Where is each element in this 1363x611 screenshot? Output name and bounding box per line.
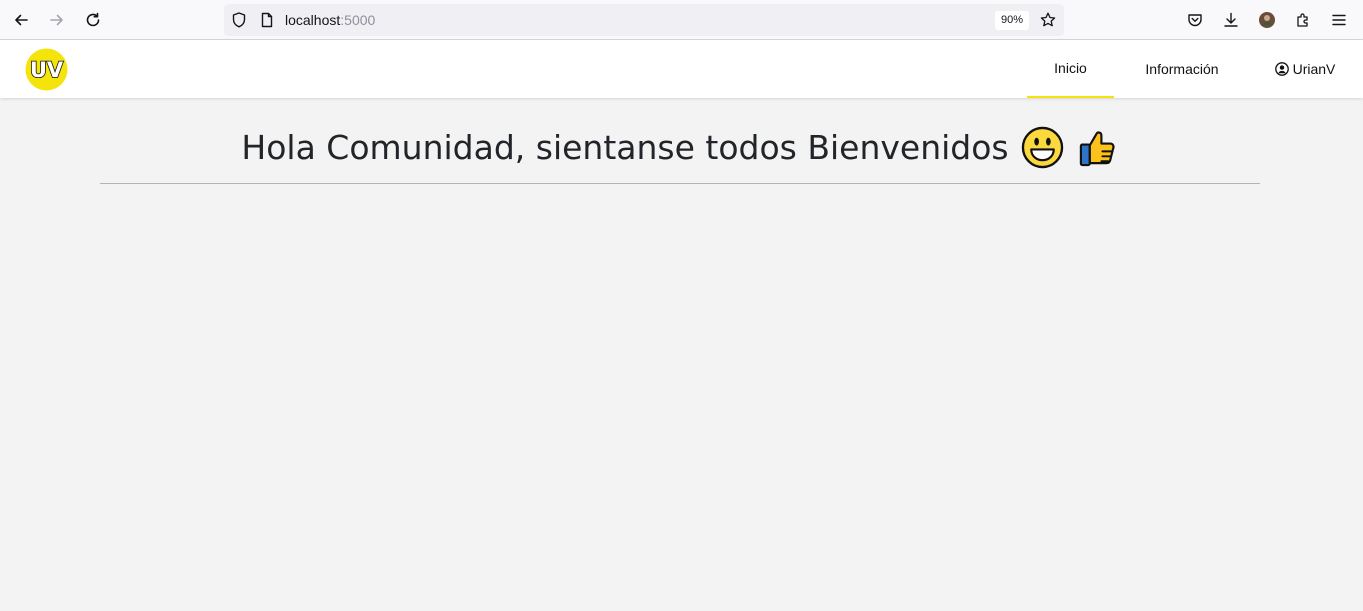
- reload-icon: [86, 12, 100, 27]
- profile-avatar-icon: [1259, 12, 1275, 28]
- nav-link-label: Inicio: [1054, 60, 1087, 76]
- url-host: localhost: [285, 12, 341, 28]
- thumbs-up-icon: [1079, 130, 1115, 166]
- page-title: Hola Comunidad, sientanse todos Bienveni…: [100, 122, 1260, 172]
- download-icon: [1224, 12, 1238, 27]
- title-divider: [100, 183, 1260, 184]
- site-navbar: UV Inicio Información UrianV: [0, 40, 1363, 98]
- page-title-text: Hola Comunidad, sientanse todos Bienveni…: [241, 127, 1009, 167]
- forward-button[interactable]: [43, 6, 71, 34]
- arrow-right-icon: [50, 14, 63, 26]
- url-text[interactable]: localhost:5000: [285, 12, 375, 28]
- url-port: :5000: [340, 12, 376, 28]
- star-icon[interactable]: [1039, 11, 1057, 29]
- hamburger-menu-icon: [1332, 14, 1346, 26]
- uv-logo-icon: UV: [25, 48, 68, 91]
- nav-user-link[interactable]: UrianV: [1262, 40, 1348, 98]
- browser-toolbar: localhost:5000 90%: [0, 0, 1363, 40]
- extensions-button[interactable]: [1289, 6, 1317, 34]
- page-icon: [261, 12, 273, 28]
- puzzle-icon: [1297, 13, 1308, 27]
- downloads-button[interactable]: [1217, 6, 1245, 34]
- grinning-face-icon: [1021, 126, 1063, 168]
- nav-link-inicio[interactable]: Inicio: [1027, 40, 1114, 98]
- account-button[interactable]: [1253, 6, 1281, 34]
- back-button[interactable]: [7, 6, 35, 34]
- nav-link-informacion[interactable]: Información: [1128, 40, 1236, 98]
- reload-button[interactable]: [79, 6, 107, 34]
- pocket-button[interactable]: [1181, 6, 1209, 34]
- pocket-icon: [1188, 14, 1202, 27]
- user-circle-icon: [1274, 62, 1289, 76]
- shield-icon[interactable]: [230, 11, 248, 29]
- zoom-level-button[interactable]: 90%: [995, 11, 1030, 30]
- arrow-left-icon: [15, 14, 28, 26]
- site-logo[interactable]: UV: [25, 48, 68, 91]
- logo-text: UV: [30, 58, 64, 82]
- user-name: UrianV: [1292, 61, 1336, 77]
- nav-link-label: Información: [1145, 61, 1219, 77]
- menu-button[interactable]: [1325, 6, 1353, 34]
- url-bar[interactable]: localhost:5000 90%: [224, 4, 1064, 36]
